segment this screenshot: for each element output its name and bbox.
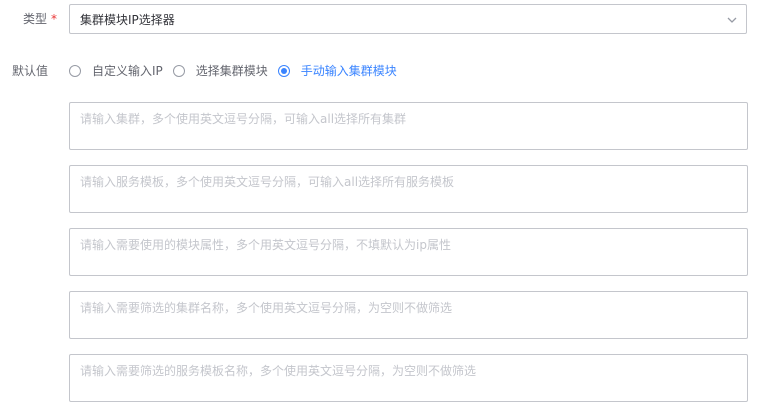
type-select[interactable]: 集群模块IP选择器 bbox=[69, 4, 747, 34]
cluster-name-filter-input[interactable] bbox=[69, 291, 748, 339]
radio-label: 自定义输入IP bbox=[92, 64, 163, 78]
radio-label: 手动输入集群模块 bbox=[300, 64, 397, 78]
module-attribute-input[interactable] bbox=[69, 228, 748, 276]
chevron-down-icon bbox=[727, 17, 737, 23]
radio-circle-checked[interactable] bbox=[277, 65, 290, 77]
service-template-input[interactable] bbox=[69, 165, 748, 213]
radio-select-cluster-module[interactable]: 选择集群模块 bbox=[172, 63, 268, 79]
form: 类型 * 集群模块IP选择器 默认值 自定义输入IP 选择集群模块 手动输入集群模… bbox=[0, 0, 764, 411]
radio-custom-ip[interactable]: 自定义输入IP bbox=[69, 63, 163, 79]
type-label-text: 类型 bbox=[23, 12, 48, 26]
radio-manual-cluster-module[interactable]: 手动输入集群模块 bbox=[277, 63, 397, 79]
type-label: 类型 * bbox=[23, 11, 57, 27]
cluster-input[interactable] bbox=[69, 102, 748, 150]
service-template-name-filter-input[interactable] bbox=[69, 354, 748, 402]
default-value-radio-group: 自定义输入IP 选择集群模块 手动输入集群模块 bbox=[69, 62, 407, 80]
type-select-value: 集群模块IP选择器 bbox=[80, 13, 175, 27]
radio-circle[interactable] bbox=[172, 65, 185, 77]
radio-label: 选择集群模块 bbox=[195, 64, 268, 78]
default-value-label: 默认值 bbox=[12, 64, 49, 78]
required-mark: * bbox=[51, 12, 58, 26]
radio-circle[interactable] bbox=[69, 65, 81, 77]
